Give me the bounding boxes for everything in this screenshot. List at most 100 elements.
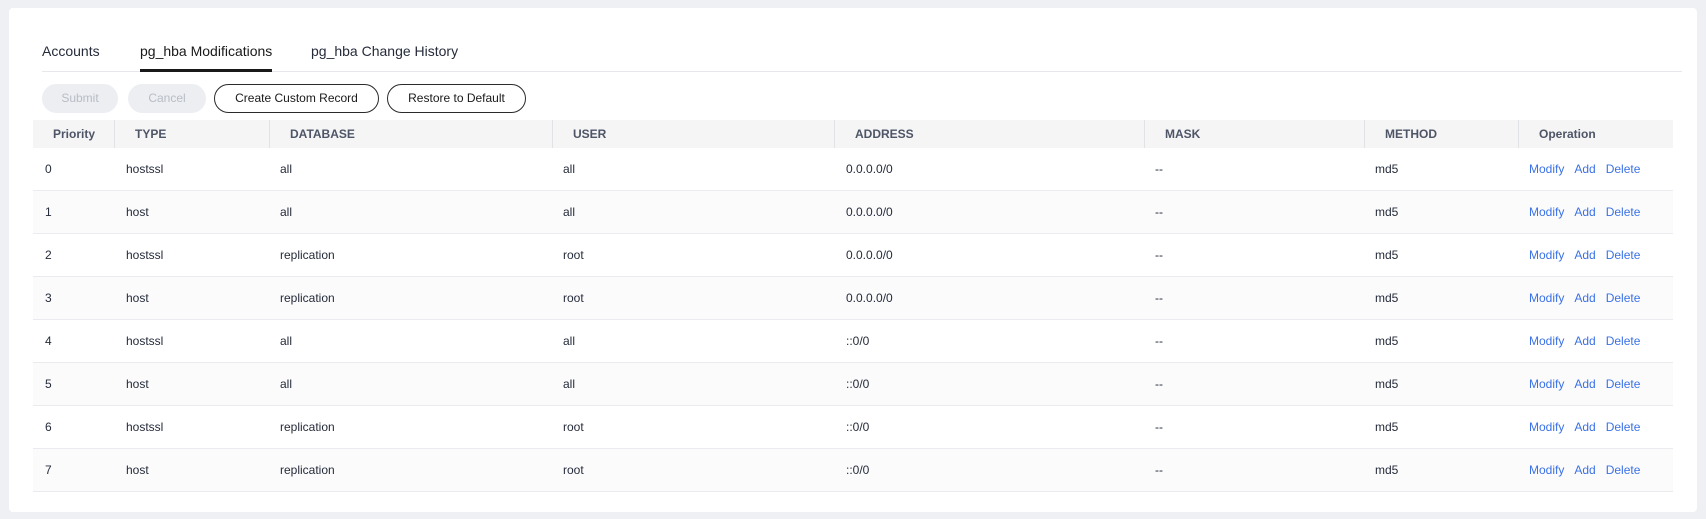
- delete-link[interactable]: Delete: [1606, 334, 1641, 348]
- cell-address: 0.0.0.0/0: [846, 205, 893, 219]
- table-header: Priority TYPE DATABASE USER ADDRESS MASK…: [33, 120, 1673, 148]
- cell-database: all: [280, 334, 293, 348]
- cell-operation: Modify Add Delete: [1529, 320, 1650, 362]
- cell-mask: --: [1155, 205, 1163, 219]
- cell-user: root: [563, 291, 584, 305]
- active-tab-indicator: [140, 69, 273, 72]
- column-divider: [269, 120, 270, 148]
- cell-mask: --: [1155, 420, 1163, 434]
- add-link[interactable]: Add: [1574, 334, 1595, 348]
- tab-label: pg_hba Modifications: [140, 43, 273, 59]
- header-database: DATABASE: [290, 127, 355, 141]
- modify-link[interactable]: Modify: [1529, 420, 1564, 434]
- cell-database: replication: [280, 420, 335, 434]
- cell-user: all: [563, 377, 576, 391]
- delete-link[interactable]: Delete: [1606, 291, 1641, 305]
- cell-operation: Modify Add Delete: [1529, 234, 1650, 276]
- cell-operation: Modify Add Delete: [1529, 277, 1650, 319]
- header-method: METHOD: [1385, 127, 1437, 141]
- delete-link[interactable]: Delete: [1606, 463, 1641, 477]
- table-row: 6 hostssl replication root::0/0 -- md5 Modify A…: [33, 406, 1673, 449]
- delete-link[interactable]: Delete: [1606, 377, 1641, 391]
- tab-bar: Accounts pg_hba Modifications pg_hba Cha…: [42, 34, 1682, 72]
- table-body: 0 hostssl all all 0.0.0.0/0 -- md5 Modify Add Del…: [33, 148, 1673, 492]
- cell-type: host: [126, 463, 149, 477]
- delete-link[interactable]: Delete: [1606, 205, 1641, 219]
- pg-hba-table: Priority TYPE DATABASE USER ADDRESS MASK…: [33, 120, 1673, 492]
- tab-pg-hba-modifications[interactable]: pg_hba Modifications: [140, 43, 273, 72]
- add-link[interactable]: Add: [1574, 162, 1595, 176]
- delete-link[interactable]: Delete: [1606, 420, 1641, 434]
- cell-address: ::0/0: [846, 377, 870, 391]
- restore-to-default-button[interactable]: Restore to Default: [387, 84, 526, 113]
- modify-link[interactable]: Modify: [1529, 334, 1564, 348]
- cell-priority: 5: [45, 377, 52, 391]
- cell-method: md5: [1375, 463, 1399, 477]
- table-row: 7 host replication root::0/0 -- md5 Modify Add D…: [33, 449, 1673, 492]
- cell-database: replication: [280, 291, 335, 305]
- column-divider: [834, 120, 835, 148]
- cell-method: md5: [1375, 291, 1399, 305]
- cell-type: host: [126, 291, 149, 305]
- submit-button[interactable]: Submit: [42, 84, 118, 113]
- cell-type: hostssl: [126, 248, 164, 262]
- cell-address: 0.0.0.0/0: [846, 162, 893, 176]
- modify-link[interactable]: Modify: [1529, 377, 1564, 391]
- table-row: 0 hostssl all all 0.0.0.0/0 -- md5 Modify Add Del…: [33, 148, 1673, 191]
- table-row: 5 host all all::0/0 -- md5 Modify Add Delete: [33, 363, 1673, 406]
- cell-address: 0.0.0.0/0: [846, 291, 893, 305]
- add-link[interactable]: Add: [1574, 205, 1595, 219]
- cell-database: replication: [280, 248, 335, 262]
- cell-mask: --: [1155, 463, 1163, 477]
- cell-priority: 0: [45, 162, 52, 176]
- cell-user: all: [563, 205, 576, 219]
- table-row: 1 host all all 0.0.0.0/0 -- md5 Modify Add Delete: [33, 191, 1673, 234]
- column-divider: [114, 120, 115, 148]
- header-mask: MASK: [1165, 127, 1201, 141]
- cell-user: root: [563, 248, 584, 262]
- column-divider: [1364, 120, 1365, 148]
- add-link[interactable]: Add: [1574, 420, 1595, 434]
- cell-address: ::0/0: [846, 463, 870, 477]
- modify-link[interactable]: Modify: [1529, 463, 1564, 477]
- cell-method: md5: [1375, 205, 1399, 219]
- cell-database: all: [280, 205, 293, 219]
- delete-link[interactable]: Delete: [1606, 162, 1641, 176]
- cell-address: ::0/0: [846, 420, 870, 434]
- add-link[interactable]: Add: [1574, 248, 1595, 262]
- add-link[interactable]: Add: [1574, 463, 1595, 477]
- cell-operation: Modify Add Delete: [1529, 148, 1650, 190]
- delete-link[interactable]: Delete: [1606, 248, 1641, 262]
- cell-operation: Modify Add Delete: [1529, 363, 1650, 405]
- modify-link[interactable]: Modify: [1529, 162, 1564, 176]
- column-divider: [552, 120, 553, 148]
- table-row: 2 hostssl replication root 0.0.0.0/0 -- md5 Mod…: [33, 234, 1673, 277]
- header-address: ADDRESS: [855, 127, 914, 141]
- cell-type: hostssl: [126, 162, 164, 176]
- tab-accounts[interactable]: Accounts: [42, 43, 100, 72]
- table-row: 3 host replication root 0.0.0.0/0 -- md5 Modify…: [33, 277, 1673, 320]
- cell-user: root: [563, 463, 584, 477]
- cell-method: md5: [1375, 420, 1399, 434]
- header-type: TYPE: [135, 127, 167, 141]
- cell-mask: --: [1155, 377, 1163, 391]
- cell-priority: 4: [45, 334, 52, 348]
- cell-priority: 6: [45, 420, 52, 434]
- modify-link[interactable]: Modify: [1529, 291, 1564, 305]
- cancel-button[interactable]: Cancel: [128, 84, 206, 113]
- add-link[interactable]: Add: [1574, 377, 1595, 391]
- cell-method: md5: [1375, 377, 1399, 391]
- modify-link[interactable]: Modify: [1529, 248, 1564, 262]
- cell-type: hostssl: [126, 334, 164, 348]
- tab-pg-hba-change-history[interactable]: pg_hba Change History: [311, 43, 458, 72]
- cell-user: all: [563, 334, 576, 348]
- cell-database: all: [280, 377, 293, 391]
- cell-operation: Modify Add Delete: [1529, 449, 1650, 491]
- cell-address: 0.0.0.0/0: [846, 248, 893, 262]
- modify-link[interactable]: Modify: [1529, 205, 1564, 219]
- table-row: 4 hostssl all all::0/0 -- md5 Modify Add Delete: [33, 320, 1673, 363]
- create-custom-record-button[interactable]: Create Custom Record: [214, 84, 379, 113]
- add-link[interactable]: Add: [1574, 291, 1595, 305]
- cell-type: hostssl: [126, 420, 164, 434]
- header-operation: Operation: [1539, 127, 1596, 141]
